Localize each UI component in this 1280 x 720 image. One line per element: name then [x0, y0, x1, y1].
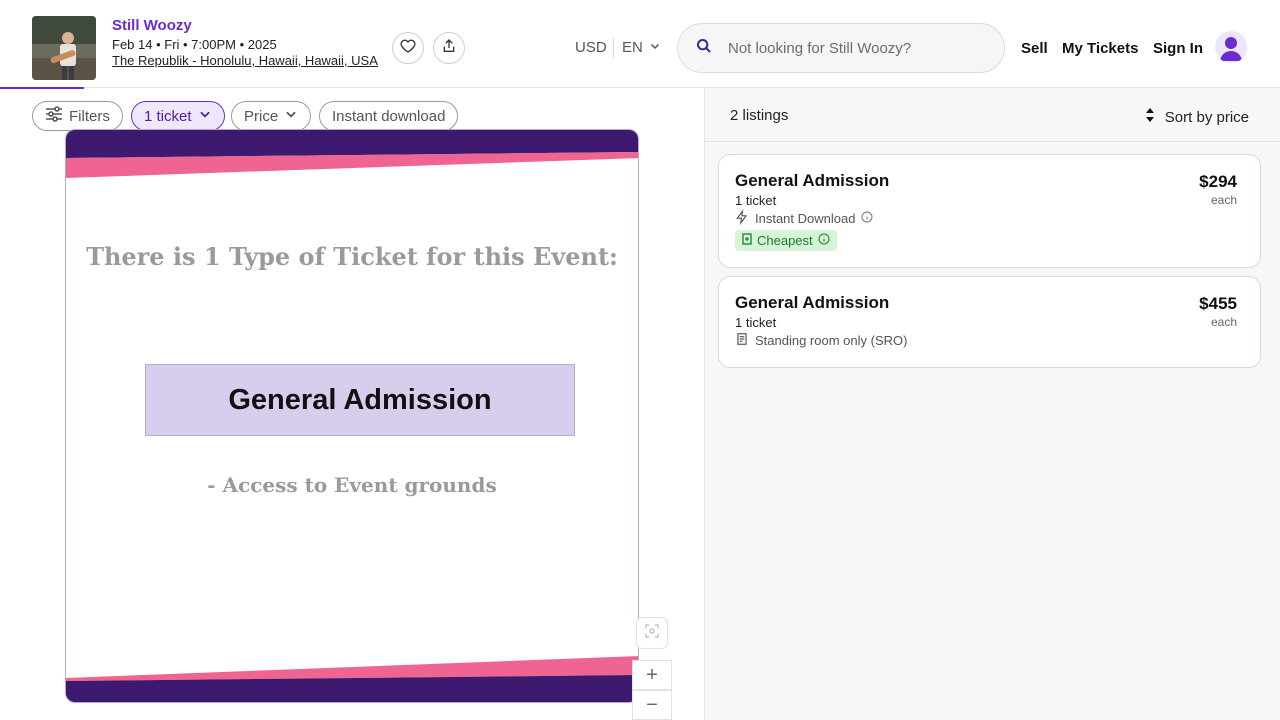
listing-quantity: 1 ticket [735, 315, 777, 330]
share-button[interactable] [433, 32, 465, 64]
quantity-filter[interactable]: 1 ticket [131, 101, 225, 131]
chevron-down-icon [284, 107, 298, 125]
document-icon [735, 331, 749, 350]
language-label: EN [622, 39, 643, 56]
price-label: Price [244, 107, 279, 125]
sort-label: Sort by price [1164, 108, 1249, 126]
ticket-types-heading: There is 1 Type of Ticket for this Event… [86, 242, 618, 271]
filters-label: Filters [69, 107, 110, 125]
user-avatar[interactable] [1215, 31, 1247, 63]
favorite-button[interactable] [392, 32, 424, 64]
sell-link[interactable]: Sell [1021, 40, 1048, 57]
price-filter[interactable]: Price [231, 101, 312, 131]
fit-map-button[interactable] [636, 617, 668, 649]
share-icon [441, 38, 457, 59]
quantity-label: 1 ticket [144, 107, 192, 125]
user-icon [1215, 37, 1247, 63]
cheapest-badge: Cheapest [735, 230, 837, 251]
feature-label: Standing room only (SRO) [755, 333, 908, 348]
my-tickets-link[interactable]: My Tickets [1062, 40, 1138, 57]
chevron-down-icon [198, 107, 212, 125]
listing-price: $294 [1199, 172, 1237, 191]
top-header: Still Woozy Feb 14 • Fri • 7:00PM • 2025… [0, 0, 1280, 88]
event-thumbnail[interactable] [32, 16, 96, 80]
heart-icon [400, 38, 416, 59]
section-note: - Access to Event grounds [207, 473, 497, 497]
search-input[interactable] [728, 39, 988, 57]
listing-card[interactable]: General Admission 1 ticket Standing room… [718, 276, 1261, 368]
listing-card[interactable]: General Admission 1 ticket Instant Downl… [718, 154, 1261, 268]
currency-selector[interactable]: USD [575, 39, 607, 56]
zoom-in-button[interactable]: + [632, 660, 672, 690]
seat-map[interactable]: There is 1 Type of Ticket for this Event… [65, 129, 639, 703]
listing-feature: Standing room only (SRO) [735, 331, 907, 350]
listing-price: $455 [1199, 294, 1237, 313]
event-venue-link[interactable]: The Republik - Honolulu, Hawaii, Hawaii,… [112, 53, 378, 68]
feature-label: Instant Download [755, 211, 856, 226]
price-unit: each [1210, 193, 1237, 207]
sort-icon [1145, 107, 1155, 127]
listings-panel: 2 listings Sort by price General Admissi… [704, 88, 1280, 720]
listing-title: General Admission [735, 293, 890, 312]
listings-count: 2 listings [730, 107, 789, 124]
instant-download-filter[interactable]: Instant download [319, 101, 459, 131]
language-selector[interactable]: EN [622, 39, 661, 56]
listing-feature: Instant Download [735, 209, 873, 228]
listing-quantity: 1 ticket [735, 193, 777, 208]
instant-download-label: Instant download [332, 107, 446, 125]
focus-icon [644, 622, 660, 645]
search-bar[interactable] [677, 23, 1005, 73]
event-name[interactable]: Still Woozy [112, 17, 192, 34]
zoom-out-button[interactable]: − [632, 690, 672, 720]
divider [613, 38, 614, 58]
header-progress-accent [0, 87, 84, 89]
info-icon[interactable] [861, 211, 873, 226]
event-date: Feb 14 • Fri • 7:00PM • 2025 [112, 37, 277, 52]
badge-label: Cheapest [757, 233, 813, 248]
info-icon [818, 233, 830, 248]
price-unit: each [1210, 315, 1237, 329]
listings-header: 2 listings Sort by price [705, 88, 1280, 142]
filters-button[interactable]: Filters [32, 101, 123, 131]
chevron-down-icon [649, 39, 661, 56]
section-general-admission[interactable]: General Admission [145, 364, 575, 436]
sort-button[interactable]: Sort by price [1145, 107, 1249, 127]
listing-title: General Admission [735, 171, 890, 190]
sign-in-link[interactable]: Sign In [1153, 40, 1203, 57]
search-icon [696, 38, 712, 59]
sliders-icon [45, 106, 63, 126]
tag-icon [742, 233, 752, 248]
lightning-icon [735, 209, 749, 228]
